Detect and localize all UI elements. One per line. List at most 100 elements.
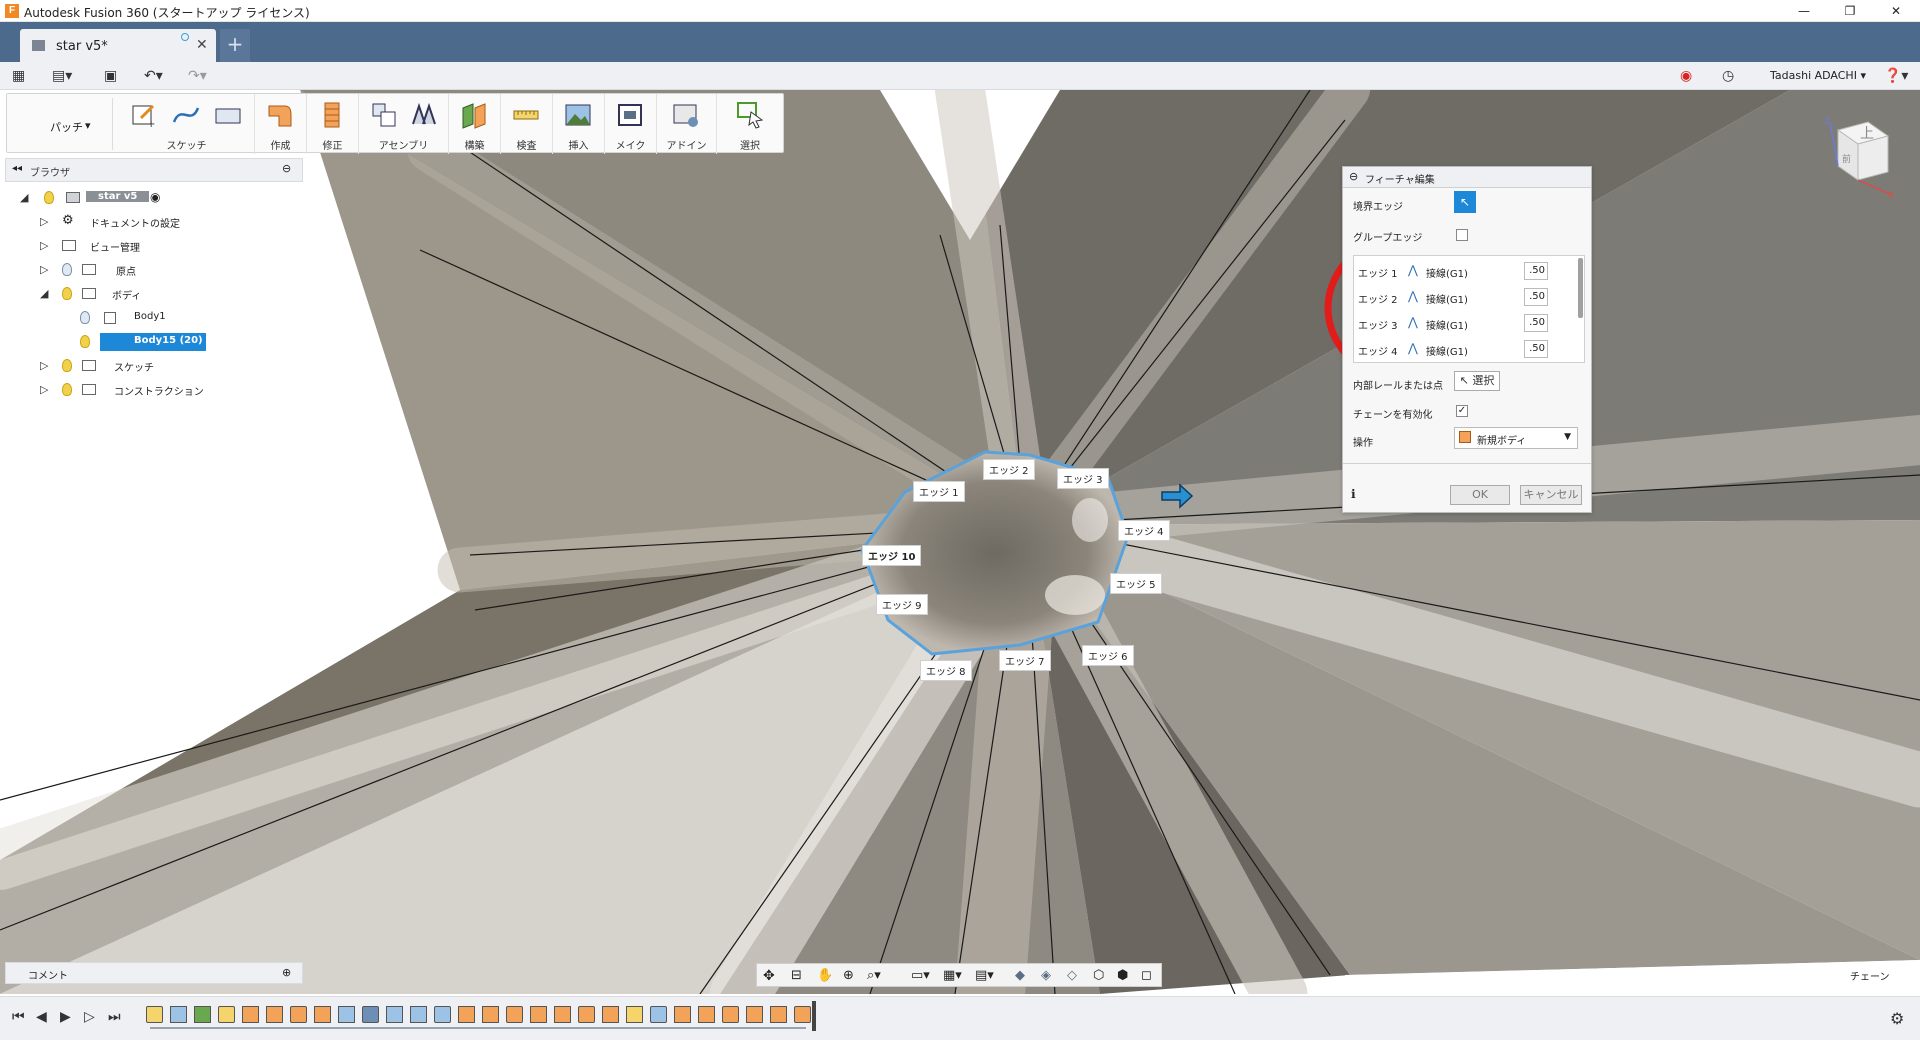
timeline-feature-icon[interactable] [218, 1006, 235, 1023]
spline-icon[interactable] [171, 100, 201, 130]
group-edges-checkbox[interactable] [1456, 229, 1468, 241]
edge-label[interactable]: エッジ 8 [920, 660, 972, 681]
ribbon-group-modify[interactable]: 修正 [307, 94, 359, 154]
operation-dropdown[interactable]: 新規ボディ ▼ [1454, 427, 1578, 449]
edge-weight-field[interactable]: .50 [1524, 314, 1548, 332]
ribbon-group-make[interactable]: メイク [605, 94, 657, 154]
edge-label[interactable]: エッジ 4 [1118, 520, 1170, 541]
timeline-feature-icon[interactable] [746, 1006, 763, 1023]
orbit-icon[interactable]: ✥ [763, 968, 779, 984]
timeline-feature-icon[interactable] [698, 1006, 715, 1023]
view-cube-front-face[interactable]: 前 [1842, 153, 1851, 165]
continuity-icon[interactable]: ⋀ [1408, 341, 1418, 355]
browser-item-origin[interactable]: ▷ 原点 [40, 261, 240, 279]
edge-row[interactable]: エッジ 2 ⋀ 接線(G1) .50 [1354, 285, 1568, 309]
rectangle-icon[interactable] [213, 100, 243, 130]
timeline-feature-icon[interactable] [146, 1006, 163, 1023]
expand-triangle-icon[interactable]: ▷ [40, 359, 48, 372]
expand-triangle-icon[interactable]: ▷ [40, 215, 48, 228]
zoom-icon[interactable]: ⊕ [843, 968, 859, 984]
display-settings-icon[interactable]: ▭▾ [911, 968, 930, 984]
ribbon-group-select[interactable]: 選択 [717, 94, 783, 154]
3d-viewport[interactable] [0, 90, 1920, 994]
timeline-feature-icon[interactable] [770, 1006, 787, 1023]
restore-button[interactable]: ❐ [1827, 0, 1873, 22]
viewports-icon[interactable]: ▤▾ [975, 968, 994, 984]
edge-label[interactable]: エッジ 9 [876, 594, 928, 615]
edge-list-scrollbar[interactable] [1578, 258, 1583, 318]
apps-grid-icon[interactable]: ▦ [12, 68, 25, 84]
visibility-bulb-icon[interactable] [44, 191, 54, 204]
workspace-switcher[interactable]: パッチ ▾ [15, 98, 113, 150]
visibility-bulb-icon[interactable] [62, 287, 72, 300]
timeline-feature-icon[interactable] [722, 1006, 739, 1023]
edge-label[interactable]: エッジ 6 [1082, 645, 1134, 666]
browser-item-body1[interactable]: Body1 [80, 309, 280, 327]
ribbon-group-assemble[interactable]: アセンブリ [359, 94, 449, 154]
ok-button[interactable]: OK [1450, 485, 1510, 505]
timeline-feature-icon[interactable] [170, 1006, 187, 1023]
measure-icon[interactable] [511, 100, 541, 130]
new-tab-button[interactable]: + [220, 29, 250, 62]
browser-item-bodies[interactable]: ◢ ボディ [40, 285, 240, 303]
3d-print-icon[interactable] [615, 100, 645, 130]
timeline-feature-icon[interactable] [530, 1006, 547, 1023]
cancel-button[interactable]: キャンセル [1520, 485, 1582, 505]
history-clock-icon[interactable]: ◷ [1722, 68, 1734, 84]
edge-list[interactable]: エッジ 1 ⋀ 接線(G1) .50 エッジ 2 ⋀ 接線(G1) .50 エッ… [1353, 255, 1585, 363]
timeline-feature-icon[interactable] [554, 1006, 571, 1023]
help-icon[interactable]: ❓▾ [1884, 68, 1908, 84]
expand-triangle-icon[interactable]: ▷ [40, 263, 48, 276]
visible-edges-cube-icon[interactable]: ◻ [1141, 968, 1157, 984]
timeline-feature-icon[interactable] [338, 1006, 355, 1023]
user-account-menu[interactable]: Tadashi ADACHI ▾ [1770, 69, 1866, 82]
visibility-bulb-icon[interactable] [80, 311, 90, 324]
create-sketch-icon[interactable]: + [129, 100, 159, 130]
document-tab[interactable]: star v5* ✕ [20, 29, 216, 62]
continuity-type[interactable]: 接線(G1) [1426, 265, 1468, 280]
browser-panel-header[interactable]: ◂◂ ブラウザ ⊖ [5, 158, 303, 182]
visibility-bulb-icon[interactable] [62, 263, 72, 276]
timeline-feature-icon[interactable] [362, 1006, 379, 1023]
browser-item-body15[interactable]: Body15 (20) [80, 333, 280, 351]
close-window-button[interactable]: ✕ [1873, 0, 1919, 22]
collapse-browser-icon[interactable]: ◂◂ [12, 163, 22, 174]
comment-panel[interactable]: コメント ⊕ [5, 962, 303, 984]
joint-icon[interactable] [409, 100, 439, 130]
wireframe-hidden-cube-icon[interactable]: ⬢ [1117, 968, 1133, 984]
go-to-end-icon[interactable]: ⏭ [108, 1009, 121, 1025]
visibility-bulb-icon[interactable] [80, 335, 90, 348]
timeline-settings-gear-icon[interactable]: ⚙ [1890, 1009, 1904, 1028]
timeline-feature-icon[interactable] [794, 1006, 811, 1023]
visibility-bulb-icon[interactable] [62, 359, 72, 372]
continuity-icon[interactable]: ⋀ [1408, 289, 1418, 303]
edge-weight-field[interactable]: .50 [1524, 288, 1548, 306]
edge-label[interactable]: エッジ 7 [999, 650, 1051, 671]
edge-weight-field[interactable]: .50 [1524, 340, 1548, 358]
play-icon[interactable]: ▶ [60, 1009, 71, 1025]
chain-checkbox[interactable]: ✓ [1456, 405, 1468, 417]
ribbon-group-insert[interactable]: 挿入 [553, 94, 605, 154]
expand-triangle-icon[interactable]: ◢ [20, 191, 28, 204]
visibility-bulb-icon[interactable] [62, 383, 72, 396]
browser-item-document-settings[interactable]: ▷ ⚙ ドキュメントの設定 [40, 213, 240, 231]
timeline-feature-icon[interactable] [290, 1006, 307, 1023]
timeline-feature-icon[interactable] [506, 1006, 523, 1023]
edge-row[interactable]: エッジ 3 ⋀ 接線(G1) .50 [1354, 311, 1568, 335]
view-cube-top-face[interactable]: 上 [1860, 126, 1874, 142]
close-tab-icon[interactable]: ✕ [196, 37, 208, 53]
edge-row[interactable]: エッジ 1 ⋀ 接線(G1) .50 [1354, 259, 1568, 283]
step-back-icon[interactable]: ◀ [36, 1009, 47, 1025]
timeline-feature-icon[interactable] [626, 1006, 643, 1023]
ribbon-group-construct[interactable]: 構築 [449, 94, 501, 154]
timeline-feature-icon[interactable] [242, 1006, 259, 1023]
browser-pin-icon[interactable]: ⊖ [282, 162, 291, 175]
boundary-select-button[interactable]: ↖ [1454, 191, 1476, 213]
timeline-feature-icon[interactable] [194, 1006, 211, 1023]
ribbon-group-sketch[interactable]: + スケッチ [119, 94, 255, 154]
browser-item-root[interactable]: ◢ star v5 ◉ [20, 189, 220, 207]
timeline-feature-icon[interactable] [602, 1006, 619, 1023]
save-icon[interactable]: ▣ [104, 68, 117, 84]
insert-image-icon[interactable] [563, 100, 593, 130]
edge-label[interactable]: エッジ 5 [1110, 573, 1162, 594]
